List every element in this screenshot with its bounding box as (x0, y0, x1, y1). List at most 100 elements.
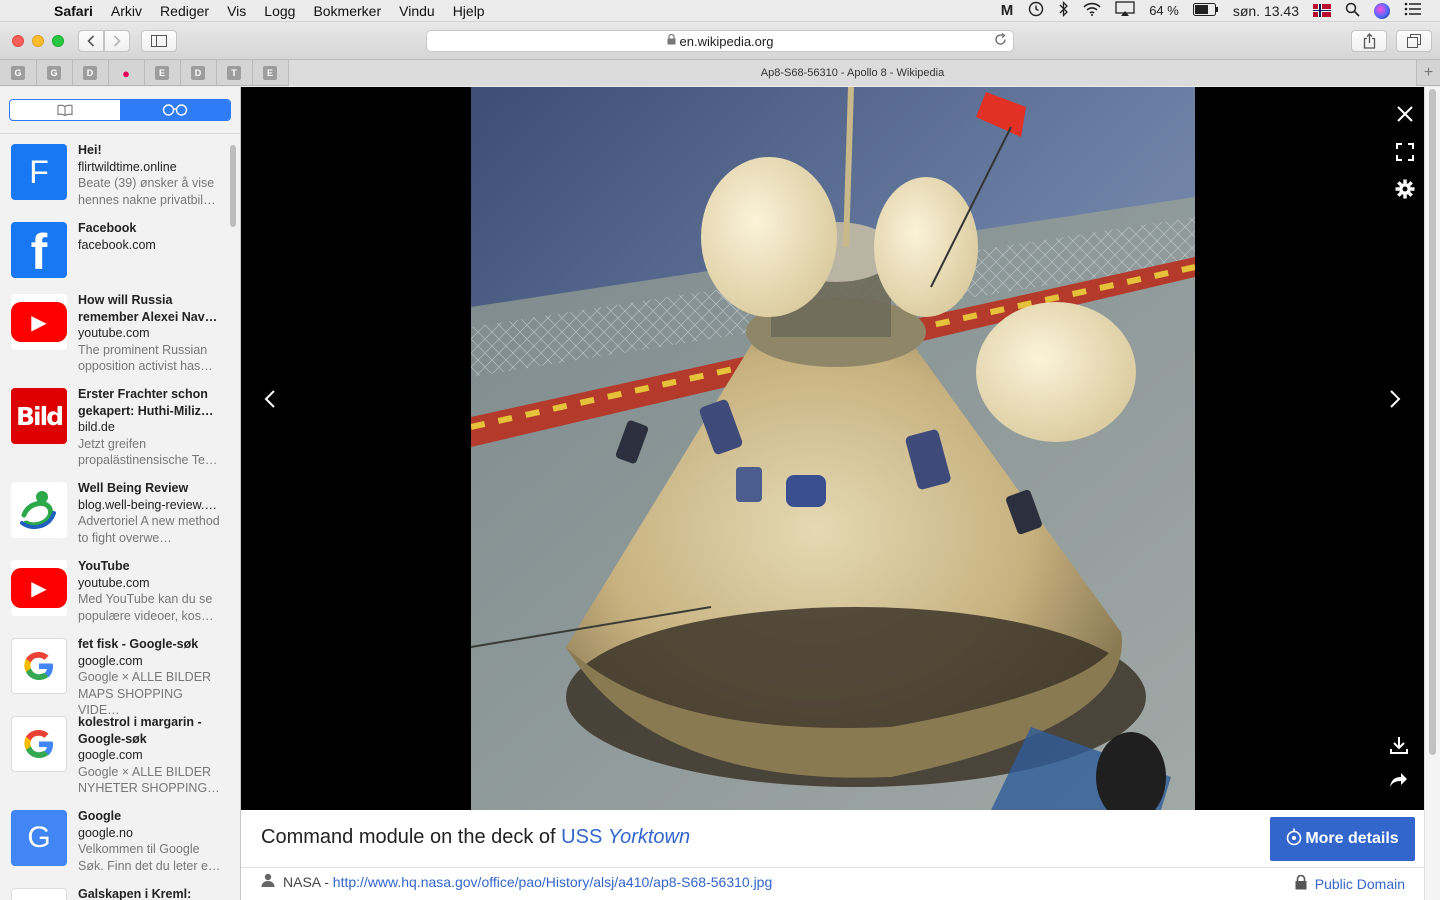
glasses-icon (162, 104, 188, 116)
reading-list: F Hei! flirtwildtime.online Beate (39) ø… (0, 142, 230, 900)
reading-list-item[interactable]: G Google google.no Velkommen til Google … (0, 808, 230, 886)
back-button[interactable] (78, 30, 104, 52)
clock[interactable]: søn. 13.43 (1233, 3, 1299, 19)
book-icon (57, 104, 73, 116)
image-caption: Command module on the deck of USS Yorkto… (261, 826, 691, 848)
bluetooth-icon[interactable] (1059, 0, 1069, 20)
page-scrollbar[interactable] (1424, 87, 1440, 900)
favorite-tab-e[interactable]: E (263, 66, 277, 80)
share-icon (1363, 33, 1375, 49)
favorite-tab-d[interactable]: D (191, 66, 205, 80)
wifi-icon[interactable] (1083, 2, 1101, 19)
item-title: Galskapen i Kreml: (78, 887, 192, 900)
favorite-tab-t[interactable]: T (227, 66, 241, 80)
airplay-icon[interactable] (1115, 1, 1135, 20)
reload-icon[interactable] (994, 32, 1007, 49)
malwarebytes-icon[interactable]: M (1001, 2, 1014, 19)
reading-list-item[interactable]: Galskapen i Kreml: (0, 886, 230, 900)
forward-button[interactable] (104, 30, 130, 52)
menu-rediger[interactable]: Rediger (151, 3, 218, 19)
reading-list-item[interactable]: Bild Erster Frachter schon gekapert: Hut… (0, 386, 230, 480)
reading-list-tab[interactable] (120, 100, 230, 120)
siri-icon[interactable] (1374, 2, 1390, 19)
menu-vindu[interactable]: Vindu (390, 3, 444, 19)
tab-active[interactable]: Ap8-S68-56310 - Apollo 8 - Wikipedia (288, 60, 1416, 86)
time-machine-icon[interactable] (1027, 1, 1045, 20)
item-title: Hei! (78, 143, 102, 157)
favorite-tab-flame-icon[interactable]: ● (119, 66, 133, 81)
item-title: How will Russia remember Alexei Nav… (78, 293, 218, 324)
youtube-icon: ▶ (11, 560, 67, 616)
bild-logo-icon: Bild (11, 388, 67, 444)
item-description: Med YouTube kan du se populære videoer, … (78, 592, 214, 623)
favorite-tab-e[interactable]: E (155, 66, 169, 80)
address-text: en.wikipedia.org (679, 33, 774, 49)
item-title: YouTube (78, 559, 130, 573)
battery-icon[interactable] (1192, 2, 1219, 19)
google-logo-icon (11, 716, 67, 772)
google-logo-icon (11, 638, 67, 694)
item-domain: bild.de (78, 420, 115, 434)
more-details-button[interactable]: More details (1270, 817, 1415, 861)
padlock-icon (1295, 874, 1307, 893)
license-link[interactable]: Public Domain (1295, 874, 1405, 893)
settings-gear-icon[interactable] (1395, 179, 1415, 203)
reading-list-item[interactable]: kolestrol i margarin - Google-søk google… (0, 714, 230, 808)
reading-list-item[interactable]: Well Being Review blog.well-being-review… (0, 480, 230, 558)
favorite-tab-d[interactable]: D (83, 66, 97, 80)
bookmarks-tab[interactable] (10, 100, 120, 120)
reading-list-item[interactable]: ▶ YouTube youtube.com Med YouTube kan du… (0, 558, 230, 636)
caption-link-uss[interactable]: USS (561, 826, 602, 848)
image-credit: NASA - http://www.hq.nasa.gov/office/pao… (261, 873, 772, 890)
item-description: Jetzt greifen propalästinensische Te… (78, 436, 218, 468)
info-icon (1286, 828, 1302, 851)
show-all-tabs-button[interactable] (1396, 30, 1432, 52)
sidebar-scrollbar[interactable] (230, 145, 236, 227)
share-button[interactable] (1351, 30, 1387, 52)
reading-list-item[interactable]: f Facebook facebook.com (0, 220, 230, 292)
menu-bokmerker[interactable]: Bokmerker (304, 3, 390, 19)
new-tab-button[interactable]: + (1416, 60, 1440, 86)
minimize-window-button[interactable] (32, 35, 44, 47)
site-letter-icon: F (11, 144, 67, 200)
previous-image-icon[interactable] (264, 389, 276, 413)
download-icon[interactable] (1389, 735, 1409, 759)
item-description: The prominent Russian opposition activis… (78, 342, 213, 374)
notification-center-icon[interactable] (1404, 2, 1422, 19)
reading-list-item[interactable]: ▶ How will Russia remember Alexei Nav… y… (0, 292, 230, 386)
facebook-icon: f (11, 222, 67, 278)
sidebar-segmented-control (9, 99, 231, 121)
menu-bar: Safari Arkiv Rediger Vis Logg Bokmerker … (0, 0, 1440, 22)
next-image-icon[interactable] (1389, 389, 1401, 413)
address-bar[interactable]: en.wikipedia.org (426, 30, 1014, 52)
item-description: Velkommen til Google Søk. Finn det du le… (78, 842, 221, 873)
menu-arkiv[interactable]: Arkiv (102, 3, 151, 19)
close-window-button[interactable] (12, 35, 24, 47)
caption-link-yorktown[interactable]: Yorktown (608, 826, 690, 848)
share-arrow-icon[interactable] (1389, 771, 1409, 793)
apollo-command-module-photo (471, 87, 1195, 810)
item-description: Google × ALLE BILDER MAPS SHOPPING VIDE… (78, 670, 212, 717)
sidebar-toggle-button[interactable] (141, 30, 177, 52)
menu-hjelp[interactable]: Hjelp (444, 3, 494, 19)
favorite-tab-g[interactable]: G (47, 66, 61, 80)
spotlight-search-icon[interactable] (1345, 2, 1360, 20)
menu-vis[interactable]: Vis (218, 3, 255, 19)
tab-active-title: Ap8-S68-56310 - Apollo 8 - Wikipedia (760, 67, 945, 79)
credit-source-link[interactable]: http://www.hq.nasa.gov/office/pao/Histor… (333, 874, 772, 890)
reading-list-item[interactable]: F Hei! flirtwildtime.online Beate (39) ø… (0, 142, 230, 220)
item-domain: youtube.com (78, 326, 150, 340)
tabs-overview-icon (1407, 34, 1421, 48)
menu-logg[interactable]: Logg (255, 3, 304, 19)
item-domain: facebook.com (78, 237, 156, 252)
battery-percent[interactable]: 64 % (1149, 3, 1179, 18)
menu-app-name[interactable]: Safari (54, 3, 102, 19)
reading-list-item[interactable]: fet fisk - Google-søk google.com Google … (0, 636, 230, 717)
item-title: Erster Frachter schon gekapert: Huthi-Mi… (78, 387, 214, 418)
close-viewer-icon[interactable] (1396, 105, 1414, 127)
favorite-tab-g[interactable]: G (11, 66, 25, 80)
fullscreen-window-button[interactable] (52, 35, 64, 47)
norwegian-flag-icon[interactable] (1313, 4, 1331, 17)
item-description: Google × ALLE BILDER NYHETER SHOPPING… (78, 764, 220, 796)
fullscreen-icon[interactable] (1396, 143, 1414, 165)
